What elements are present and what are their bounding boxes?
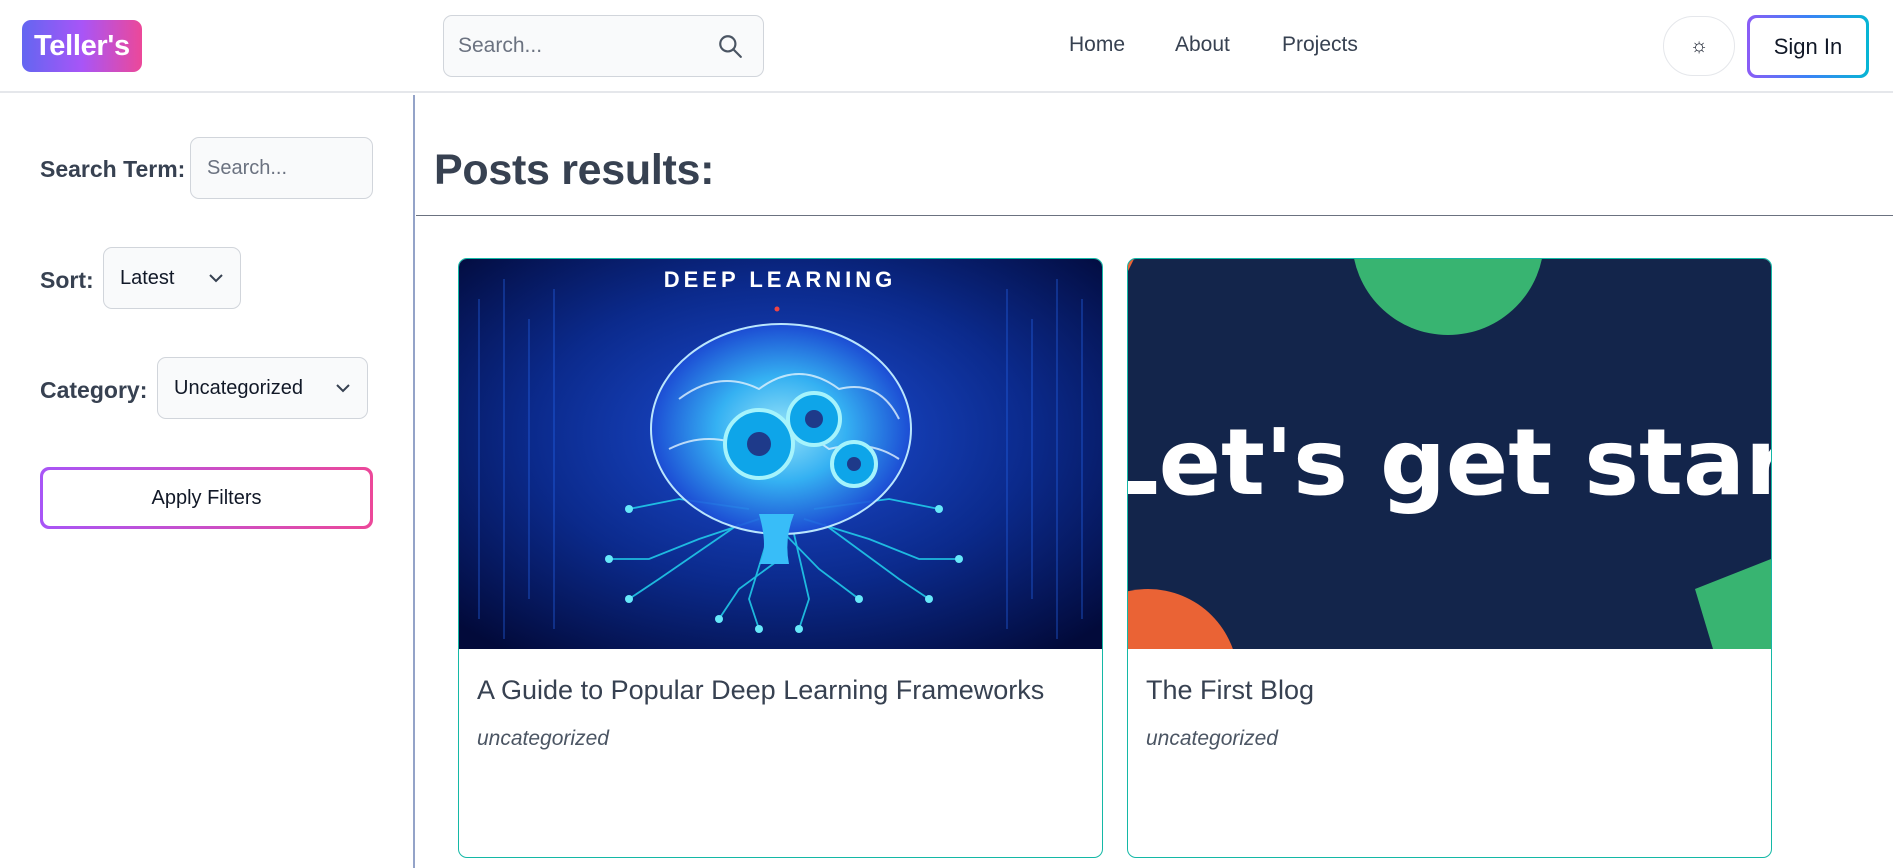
category-value: Uncategorized bbox=[174, 377, 303, 399]
search-icon[interactable] bbox=[717, 33, 743, 59]
site-logo[interactable]: Teller's bbox=[22, 20, 142, 72]
sign-in-label: Sign In bbox=[1750, 18, 1866, 75]
category-label: Category: bbox=[40, 377, 148, 403]
chevron-down-icon bbox=[336, 384, 350, 393]
sort-value: Latest bbox=[120, 267, 175, 289]
sort-label: Sort: bbox=[40, 267, 94, 293]
category-select[interactable]: Uncategorized bbox=[157, 357, 368, 419]
post-title[interactable]: A Guide to Popular Deep Learning Framewo… bbox=[477, 675, 1044, 706]
header-search-input[interactable] bbox=[458, 16, 708, 76]
post-category: uncategorized bbox=[1146, 727, 1278, 750]
filter-sidebar: Search Term: Sort: Latest Category: Unca… bbox=[0, 95, 415, 868]
thumbnail-caption: Let's get started bbox=[1128, 409, 1771, 516]
nav-home[interactable]: Home bbox=[1069, 33, 1125, 57]
apply-filters-button[interactable]: Apply Filters bbox=[40, 467, 373, 529]
sort-select[interactable]: Latest bbox=[103, 247, 241, 309]
search-term-label: Search Term: bbox=[40, 156, 186, 182]
sign-in-button[interactable]: Sign In bbox=[1747, 15, 1869, 78]
chevron-down-icon bbox=[209, 274, 223, 283]
title-divider bbox=[416, 215, 1893, 216]
post-title[interactable]: The First Blog bbox=[1146, 675, 1314, 706]
header-search bbox=[443, 15, 764, 77]
apply-filters-label: Apply Filters bbox=[43, 470, 370, 526]
search-term-input[interactable] bbox=[190, 137, 373, 199]
post-thumbnail-first-blog: Let's get started bbox=[1128, 259, 1771, 649]
top-navbar: Teller's Home About Projects ☼ Sign In bbox=[0, 0, 1893, 93]
post-card[interactable]: Let's get started The First Blog uncateg… bbox=[1127, 258, 1772, 858]
sun-icon: ☼ bbox=[1689, 35, 1709, 57]
post-thumbnail-deep-learning: DEEP LEARNING bbox=[459, 259, 1102, 649]
post-card[interactable]: DEEP LEARNING A Guide to Popular Deep Le… bbox=[458, 258, 1103, 858]
post-category: uncategorized bbox=[477, 727, 609, 750]
nav-projects[interactable]: Projects bbox=[1282, 33, 1358, 57]
theme-toggle-button[interactable]: ☼ bbox=[1663, 16, 1735, 76]
nav-about[interactable]: About bbox=[1175, 33, 1230, 57]
page-title: Posts results: bbox=[434, 146, 715, 194]
thumbnail-caption: DEEP LEARNING bbox=[664, 267, 897, 292]
